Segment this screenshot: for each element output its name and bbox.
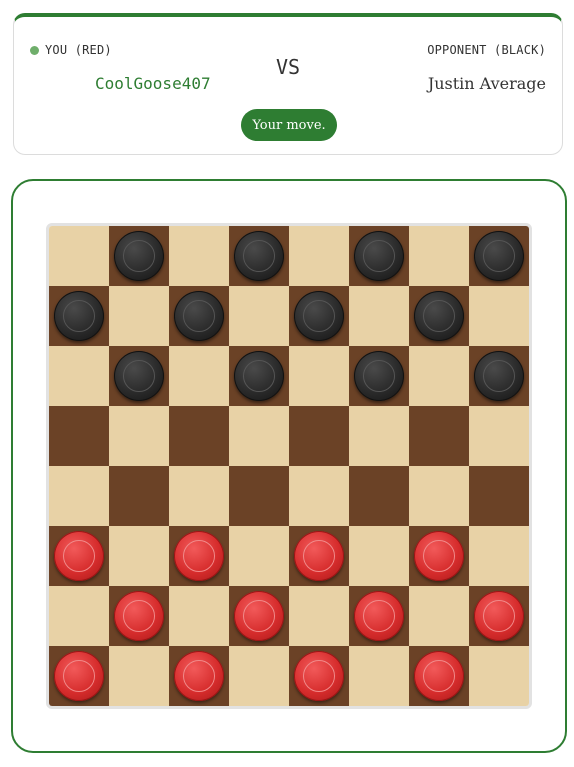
red-piece-d2[interactable] — [234, 591, 284, 641]
square-h8[interactable] — [469, 226, 529, 286]
square-d3 — [229, 526, 289, 586]
square-b7 — [109, 286, 169, 346]
player-you-name: CoolGoose407 — [95, 74, 211, 93]
square-e7[interactable] — [289, 286, 349, 346]
square-g8 — [409, 226, 469, 286]
black-piece-h6[interactable] — [474, 351, 524, 401]
player-you-label: YOU (RED) — [45, 43, 112, 57]
black-piece-b6[interactable] — [114, 351, 164, 401]
square-g6 — [409, 346, 469, 406]
black-piece-g7[interactable] — [414, 291, 464, 341]
square-g1[interactable] — [409, 646, 469, 706]
red-piece-a3[interactable] — [54, 531, 104, 581]
square-f1 — [349, 646, 409, 706]
square-h7 — [469, 286, 529, 346]
red-piece-h2[interactable] — [474, 591, 524, 641]
square-b2[interactable] — [109, 586, 169, 646]
square-f4[interactable] — [349, 466, 409, 526]
square-d4[interactable] — [229, 466, 289, 526]
red-piece-e3[interactable] — [294, 531, 344, 581]
square-b6[interactable] — [109, 346, 169, 406]
square-h5 — [469, 406, 529, 466]
black-piece-f6[interactable] — [354, 351, 404, 401]
black-piece-f8[interactable] — [354, 231, 404, 281]
square-a3[interactable] — [49, 526, 109, 586]
square-f5 — [349, 406, 409, 466]
square-e4 — [289, 466, 349, 526]
red-piece-g3[interactable] — [414, 531, 464, 581]
square-f8[interactable] — [349, 226, 409, 286]
red-piece-f2[interactable] — [354, 591, 404, 641]
square-g4 — [409, 466, 469, 526]
square-e1[interactable] — [289, 646, 349, 706]
square-f6[interactable] — [349, 346, 409, 406]
square-b3 — [109, 526, 169, 586]
black-piece-b8[interactable] — [114, 231, 164, 281]
square-b8[interactable] — [109, 226, 169, 286]
red-piece-a1[interactable] — [54, 651, 104, 701]
square-g3[interactable] — [409, 526, 469, 586]
square-g7[interactable] — [409, 286, 469, 346]
square-d6[interactable] — [229, 346, 289, 406]
square-a1[interactable] — [49, 646, 109, 706]
red-piece-e1[interactable] — [294, 651, 344, 701]
square-e2 — [289, 586, 349, 646]
square-b5 — [109, 406, 169, 466]
square-c1[interactable] — [169, 646, 229, 706]
square-d1 — [229, 646, 289, 706]
black-piece-c7[interactable] — [174, 291, 224, 341]
red-piece-g1[interactable] — [414, 651, 464, 701]
square-e3[interactable] — [289, 526, 349, 586]
square-h3 — [469, 526, 529, 586]
black-piece-d8[interactable] — [234, 231, 284, 281]
square-e6 — [289, 346, 349, 406]
square-f3 — [349, 526, 409, 586]
black-piece-a7[interactable] — [54, 291, 104, 341]
square-b4[interactable] — [109, 466, 169, 526]
square-g2 — [409, 586, 469, 646]
square-c2 — [169, 586, 229, 646]
turn-indicator-dot — [30, 45, 39, 55]
square-e8 — [289, 226, 349, 286]
red-piece-c3[interactable] — [174, 531, 224, 581]
square-b1 — [109, 646, 169, 706]
red-piece-c1[interactable] — [174, 651, 224, 701]
square-a7[interactable] — [49, 286, 109, 346]
square-f7 — [349, 286, 409, 346]
square-h2[interactable] — [469, 586, 529, 646]
square-h1 — [469, 646, 529, 706]
square-d8[interactable] — [229, 226, 289, 286]
square-e5[interactable] — [289, 406, 349, 466]
player-opponent-label: OPPONENT (BLACK) — [427, 43, 546, 57]
black-piece-e7[interactable] — [294, 291, 344, 341]
red-piece-b2[interactable] — [114, 591, 164, 641]
square-c5[interactable] — [169, 406, 229, 466]
square-c7[interactable] — [169, 286, 229, 346]
square-a5[interactable] — [49, 406, 109, 466]
black-piece-d6[interactable] — [234, 351, 284, 401]
player-you-label-row: YOU (RED) — [30, 43, 112, 57]
square-f2[interactable] — [349, 586, 409, 646]
square-d5 — [229, 406, 289, 466]
vs-label: VS — [276, 55, 301, 79]
player-opponent-name: Justin Average — [427, 74, 546, 93]
square-d2[interactable] — [229, 586, 289, 646]
black-piece-h8[interactable] — [474, 231, 524, 281]
square-a6 — [49, 346, 109, 406]
square-c4 — [169, 466, 229, 526]
square-c6 — [169, 346, 229, 406]
square-a8 — [49, 226, 109, 286]
players-header: YOU (RED) CoolGoose407 VS OPPONENT (BLAC… — [13, 13, 563, 155]
square-a2 — [49, 586, 109, 646]
checkers-board — [46, 223, 532, 709]
square-h6[interactable] — [469, 346, 529, 406]
square-c8 — [169, 226, 229, 286]
square-g5[interactable] — [409, 406, 469, 466]
square-h4[interactable] — [469, 466, 529, 526]
status-badge: Your move. — [241, 109, 337, 141]
square-c3[interactable] — [169, 526, 229, 586]
square-a4 — [49, 466, 109, 526]
square-d7 — [229, 286, 289, 346]
